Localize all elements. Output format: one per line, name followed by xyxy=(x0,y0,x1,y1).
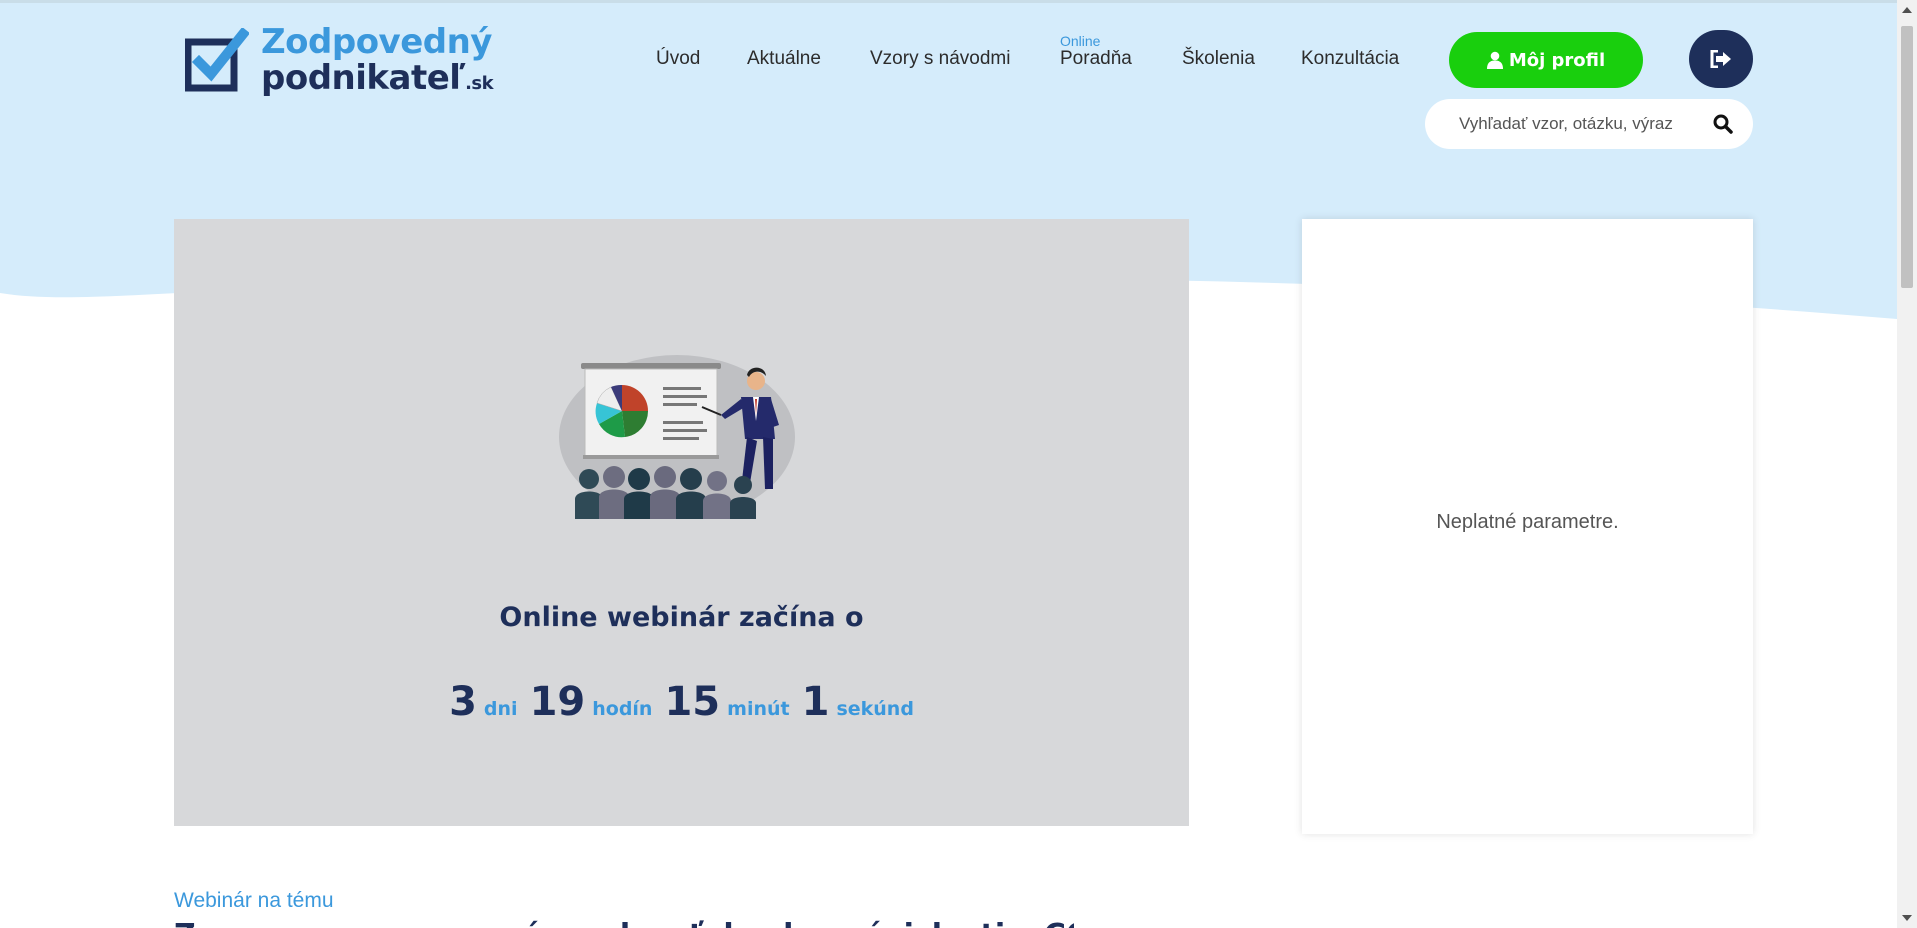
presentation-illustration xyxy=(559,355,795,519)
side-panel: Neplatné parametre. xyxy=(1302,219,1753,834)
user-icon xyxy=(1486,51,1503,69)
page-scrollbar[interactable] xyxy=(1897,0,1917,928)
search-input[interactable] xyxy=(1459,114,1699,134)
scrollbar-thumb[interactable] xyxy=(1901,26,1913,288)
nav-item-uvod[interactable]: Úvod xyxy=(656,48,700,70)
profile-button-label: Môj profil xyxy=(1508,49,1606,71)
nav-item-aktualne[interactable]: Aktuálne xyxy=(747,48,821,70)
nav-item-vzory[interactable]: Vzory s návodmi xyxy=(870,48,1010,70)
countdown-seconds-value: 1 xyxy=(801,679,830,725)
topic-title: Zmeny v pracovnoprávnych vzťahoch v súvi… xyxy=(174,918,1074,928)
countdown-minutes-unit: minút xyxy=(727,698,790,720)
countdown-days-unit: dni xyxy=(483,698,518,720)
logo-line-1: Zodpovedný xyxy=(261,21,492,62)
nav-item-poradna[interactable]: Poradňa xyxy=(1060,48,1132,70)
webinar-card: Online webinár začína o 3 dni 19 hodín 1… xyxy=(174,219,1189,826)
nav-item-konzultacia[interactable]: Konzultácia xyxy=(1301,48,1399,70)
logo-tld: .sk xyxy=(465,72,494,94)
search-icon[interactable] xyxy=(1713,114,1733,134)
checkmark-logo-icon xyxy=(184,26,251,92)
countdown-days-value: 3 xyxy=(449,679,477,725)
nav-super-online: Online xyxy=(1060,33,1101,49)
countdown-minutes-value: 15 xyxy=(664,679,721,725)
webinar-title: Online webinár začína o xyxy=(499,602,864,633)
site-logo[interactable]: Zodpovedný podnikateľ.sk xyxy=(184,22,494,97)
countdown-hours-unit: hodín xyxy=(592,698,653,720)
countdown-hours-value: 19 xyxy=(529,679,586,725)
scroll-up-arrow-icon[interactable] xyxy=(1897,0,1917,20)
invalid-parameters-message: Neplatné parametre. xyxy=(1436,511,1619,533)
sign-out-icon xyxy=(1710,50,1731,68)
topic-title-wrapper: Zmeny v pracovnoprávnych vzťahoch v súvi… xyxy=(174,918,1074,928)
logout-button[interactable] xyxy=(1689,30,1753,88)
countdown-seconds-unit: sekúnd xyxy=(836,698,914,720)
nav-item-skolenia[interactable]: Školenia xyxy=(1182,48,1255,70)
logo-line-2: podnikateľ.sk xyxy=(261,57,494,98)
search-box xyxy=(1425,99,1753,149)
webinar-countdown: 3 dni 19 hodín 15 minút 1 sekúnd xyxy=(174,679,1189,725)
topic-label: Webinár na tému xyxy=(174,889,334,912)
profile-button[interactable]: Môj profil xyxy=(1449,32,1643,88)
scroll-down-arrow-icon[interactable] xyxy=(1897,908,1917,928)
